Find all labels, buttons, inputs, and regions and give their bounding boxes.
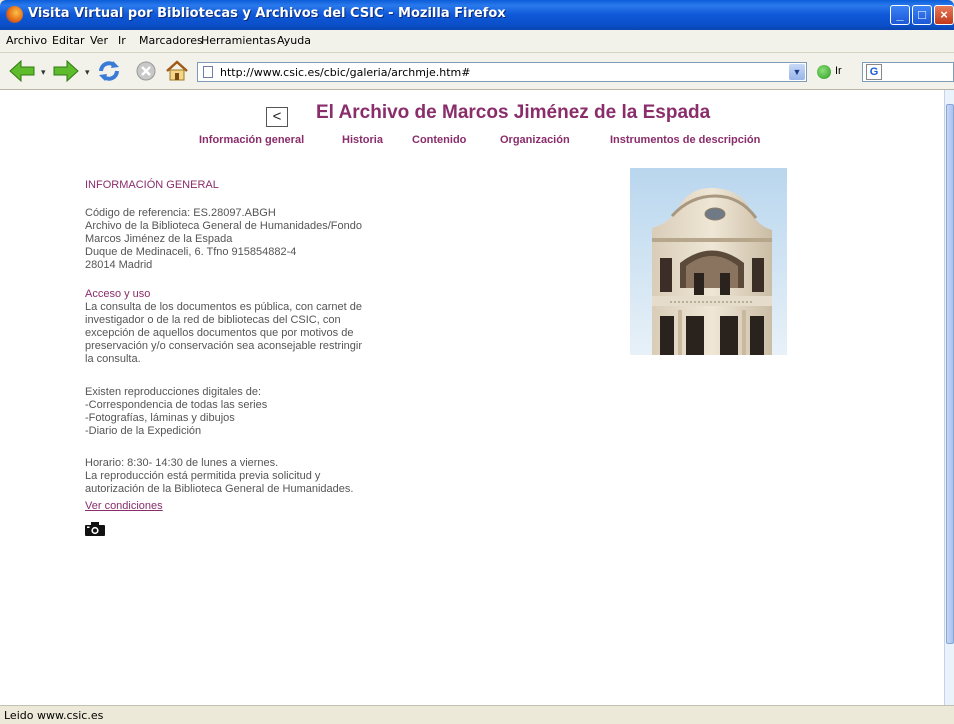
scrollbar-thumb[interactable] <box>946 104 954 644</box>
access-line: investigador o de la red de bibliotecas … <box>85 314 341 326</box>
repro-line: -Correspondencia de todas las series <box>85 399 268 411</box>
back-arrow-icon[interactable] <box>8 59 36 83</box>
minimize-button[interactable]: _ <box>890 5 910 25</box>
window-title: Visita Virtual por Bibliotecas y Archivo… <box>28 6 506 21</box>
hours-block: Horario: 8:30- 14:30 de lunes a viernes.… <box>85 457 386 496</box>
tab-informacion-general[interactable]: Información general <box>199 134 304 146</box>
camera-icon[interactable] <box>85 522 105 536</box>
reproductions-block: Existen reproducciones digitales de: -Co… <box>85 386 386 438</box>
hours-line: autorización de la Biblioteca General de… <box>85 483 354 495</box>
hours-line: La reproducción está permitida previa so… <box>85 470 321 482</box>
menu-archivo[interactable]: Archivo <box>6 34 47 47</box>
page-back-button[interactable]: < <box>266 107 288 127</box>
reference-line: 28014 Madrid <box>85 259 153 271</box>
section-title: INFORMACIÓN GENERAL <box>85 179 219 191</box>
status-bar: Leido www.csic.es <box>0 705 954 724</box>
repro-line: Existen reproducciones digitales de: <box>85 386 262 398</box>
access-line: preservación y/o conservación sea aconse… <box>85 340 362 352</box>
access-title: Acceso y uso <box>85 288 151 300</box>
forward-dropdown-icon[interactable]: ▾ <box>85 67 90 78</box>
go-icon[interactable] <box>817 65 831 79</box>
menu-bar: Archivo Editar Ver Ir Marcadores Herrami… <box>0 30 954 53</box>
menu-ir[interactable]: Ir <box>118 34 126 47</box>
title-bar[interactable]: Visita Virtual por Bibliotecas y Archivo… <box>0 0 954 30</box>
page-icon <box>203 66 213 78</box>
reference-block: Código de referencia: ES.28097.ABGH Arch… <box>85 207 386 272</box>
repro-line: -Fotografías, láminas y dibujos <box>85 412 235 424</box>
tab-instrumentos[interactable]: Instrumentos de descripción <box>610 134 760 146</box>
firefox-icon <box>6 6 23 23</box>
menu-herramientas[interactable]: Herramientas <box>201 34 276 47</box>
google-icon[interactable]: G <box>866 64 882 80</box>
back-dropdown-icon[interactable]: ▾ <box>41 67 46 78</box>
reload-icon[interactable] <box>96 59 122 83</box>
home-icon[interactable] <box>164 59 190 83</box>
navigation-toolbar: ▾ ▾ http://www.csic.es/cbic/galeria/arch… <box>0 53 954 90</box>
reference-line: Archivo de la Biblioteca General de Huma… <box>85 220 362 232</box>
url-dropdown-icon[interactable]: ▼ <box>789 64 805 80</box>
browser-window: Visita Virtual por Bibliotecas y Archivo… <box>0 0 954 724</box>
menu-ver[interactable]: Ver <box>90 34 108 47</box>
access-line: la consulta. <box>85 353 141 365</box>
hours-line: Horario: 8:30- 14:30 de lunes a viernes. <box>85 457 279 469</box>
page-title: El Archivo de Marcos Jiménez de la Espad… <box>316 102 711 123</box>
forward-arrow-icon[interactable] <box>52 59 80 83</box>
go-label[interactable]: Ir <box>835 65 842 77</box>
access-line: excepción de aquellos documentos que por… <box>85 327 354 339</box>
reference-line: Duque de Medinaceli, 6. Tfno 915854882-4 <box>85 246 297 258</box>
menu-marcadores[interactable]: Marcadores <box>139 34 203 47</box>
page-content: < El Archivo de Marcos Jiménez de la Esp… <box>0 90 944 705</box>
tab-organizacion[interactable]: Organización <box>500 134 570 146</box>
reference-line: Marcos Jiménez de la Espada <box>85 233 233 245</box>
access-line: La consulta de los documentos es pública… <box>85 301 363 313</box>
stop-icon[interactable] <box>134 59 158 83</box>
menu-ayuda[interactable]: Ayuda <box>277 34 311 47</box>
menu-editar[interactable]: Editar <box>52 34 85 47</box>
close-button[interactable]: × <box>934 5 954 25</box>
conditions-link[interactable]: Ver condiciones <box>85 500 163 512</box>
building-photo <box>630 168 787 355</box>
vertical-scrollbar[interactable] <box>944 90 954 705</box>
status-text: Leido www.csic.es <box>4 709 104 722</box>
tab-contenido[interactable]: Contenido <box>412 134 466 146</box>
access-block: Acceso y uso La consulta de los document… <box>85 288 386 366</box>
search-box[interactable]: G <box>862 62 954 82</box>
tab-historia[interactable]: Historia <box>342 134 383 146</box>
reference-line: Código de referencia: ES.28097.ABGH <box>85 207 276 219</box>
url-text[interactable]: http://www.csic.es/cbic/galeria/archmje.… <box>220 66 470 79</box>
url-bar[interactable]: http://www.csic.es/cbic/galeria/archmje.… <box>197 62 807 82</box>
maximize-button[interactable]: □ <box>912 5 932 25</box>
repro-line: -Diario de la Expedición <box>85 425 202 437</box>
